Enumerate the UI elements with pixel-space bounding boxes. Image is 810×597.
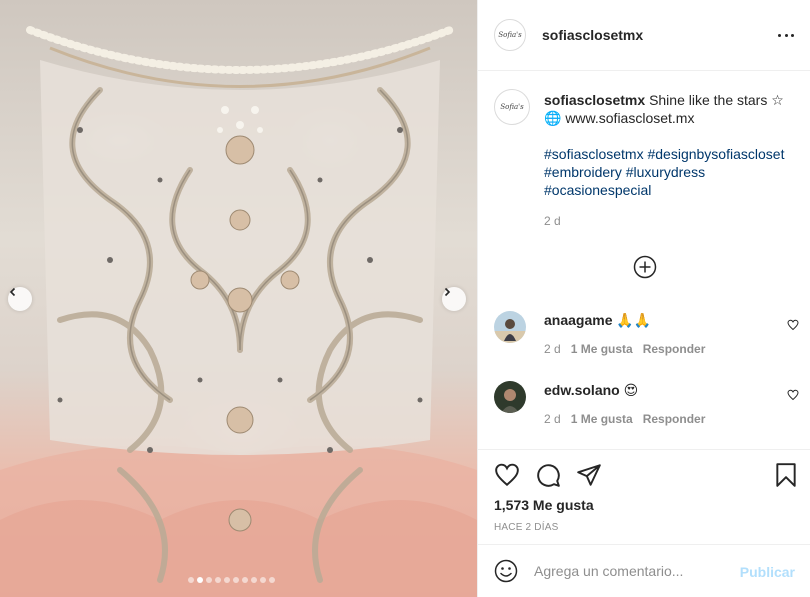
commenter-username[interactable]: anaagame (544, 312, 612, 328)
commenter-avatar[interactable] (494, 311, 526, 343)
add-comment-bar: Publicar (478, 544, 810, 597)
heart-icon[interactable] (787, 319, 799, 331)
previous-slide-button[interactable] (8, 287, 32, 311)
slide-dot (206, 577, 212, 583)
slide-dot (233, 577, 239, 583)
caption-hashtags: #sofiasclosetmx #designbysofiascloset #e… (544, 145, 794, 199)
comment-timestamp[interactable]: 2 d (544, 412, 561, 426)
post-actions: 1,573 Me gusta HACE 2 DÍAS (478, 449, 810, 544)
commenter-avatar[interactable] (494, 381, 526, 413)
hashtag-link[interactable]: #sofiasclosetmx (544, 146, 644, 162)
comment-text: 😍 (623, 382, 639, 398)
bookmark-icon[interactable] (773, 462, 799, 488)
avatar-photo (494, 311, 526, 343)
caption-avatar[interactable]: Sofia's (494, 89, 530, 125)
slide-dot (197, 577, 203, 583)
caption-username[interactable]: sofiasclosetmx (544, 92, 645, 108)
slide-indicator (188, 577, 275, 583)
reply-button[interactable]: Responder (643, 412, 706, 426)
dress-embroidery-graphic (0, 26, 477, 597)
likes-count[interactable]: 1,573 Me gusta (494, 497, 594, 513)
share-send-icon[interactable] (576, 462, 602, 488)
hashtag-link[interactable]: #embroidery (544, 164, 622, 180)
hashtag-link[interactable]: #designbysofiascloset (647, 146, 784, 162)
comment-item: edw.solano 😍 2 d 1 Me gusta Responder (494, 381, 799, 441)
comment-bubble-icon[interactable] (535, 462, 561, 488)
next-slide-button[interactable] (442, 287, 466, 311)
chevron-right-icon (444, 287, 451, 297)
avatar-logo-text: Sofia's (500, 103, 524, 111)
comment-input[interactable] (534, 561, 734, 581)
comment-item: anaagame 🙏🙏 2 d 1 Me gusta Responder (494, 311, 799, 371)
author-username[interactable]: sofiasclosetmx (542, 27, 643, 43)
caption-website: 🌐 www.sofiascloset.mx (544, 110, 695, 126)
load-more-comments-icon[interactable] (633, 255, 657, 279)
post-details-panel: Sofia's sofiasclosetmx Sofia's sofiasclo… (477, 0, 810, 597)
comment-likes[interactable]: 1 Me gusta (571, 412, 633, 426)
hashtag-link[interactable]: #ocasionespecial (544, 182, 651, 198)
slide-dot (224, 577, 230, 583)
slide-dot (215, 577, 221, 583)
post-header: Sofia's sofiasclosetmx (478, 0, 810, 71)
slide-dot (269, 577, 275, 583)
caption-text: Shine like the stars ☆ (649, 92, 784, 108)
reply-button[interactable]: Responder (643, 342, 706, 356)
slide-dot (260, 577, 266, 583)
comment-likes[interactable]: 1 Me gusta (571, 342, 633, 356)
hashtag-link[interactable]: #luxurydress (626, 164, 705, 180)
post-image[interactable] (0, 0, 477, 597)
emoji-picker-icon[interactable] (494, 559, 518, 583)
post-date[interactable]: HACE 2 DÍAS (494, 522, 558, 533)
heart-icon[interactable] (787, 389, 799, 401)
slide-dot (188, 577, 194, 583)
caption-timestamp: 2 d (544, 214, 561, 228)
more-options-icon[interactable] (778, 27, 794, 43)
chevron-left-icon (9, 287, 16, 297)
avatar-logo-text: Sofia's (498, 31, 522, 39)
publish-button[interactable]: Publicar (740, 564, 795, 580)
like-heart-icon[interactable] (494, 462, 520, 488)
comment-timestamp[interactable]: 2 d (544, 342, 561, 356)
comments-section: Sofia's sofiasclosetmx Shine like the st… (478, 71, 810, 449)
post-caption: Sofia's sofiasclosetmx Shine like the st… (494, 89, 794, 230)
comment-text: 🙏🙏 (616, 312, 652, 328)
slide-dot (251, 577, 257, 583)
commenter-username[interactable]: edw.solano (544, 382, 620, 398)
slide-dot (242, 577, 248, 583)
avatar-photo (494, 381, 526, 413)
author-avatar[interactable]: Sofia's (494, 19, 526, 51)
